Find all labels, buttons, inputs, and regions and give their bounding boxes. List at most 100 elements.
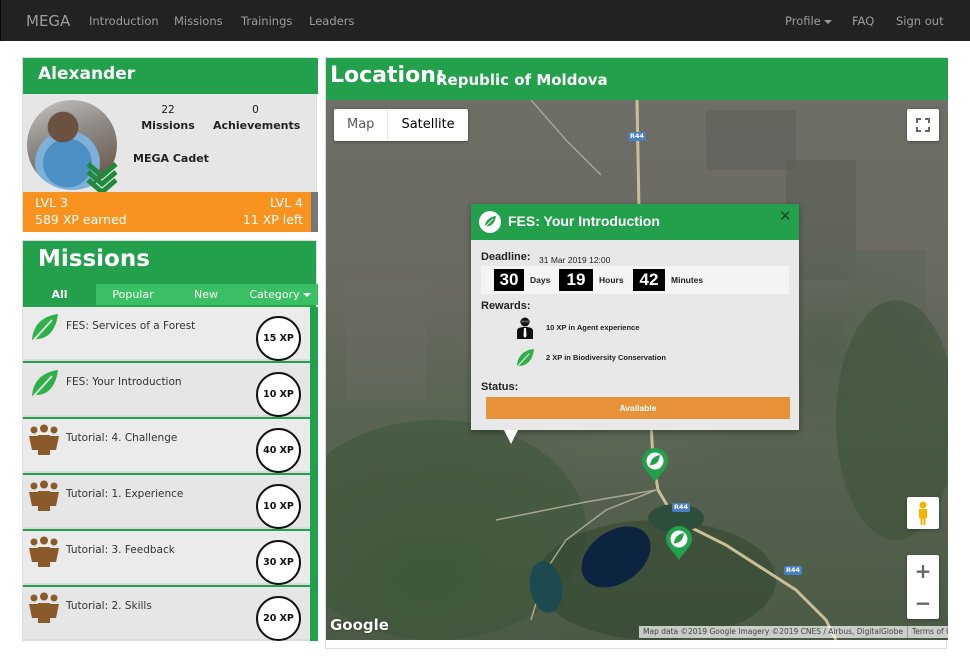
mission-name: FES: Services of a Forest [66,320,196,332]
group-icon [29,480,59,511]
status-available-button[interactable]: Available [486,397,790,419]
reward-text: 10 XP in Agent experience [546,323,640,332]
nav-introduction[interactable]: Introduction [89,14,159,28]
xp-badge: 20 XP [256,596,301,641]
reward-text: 2 XP in Biodiversity Conservation [546,353,666,362]
missions-stat: 22 Missions [138,104,198,132]
missions-title: Missions [38,246,150,272]
map-type-control: Map Satellite [334,109,468,141]
mission-item[interactable]: FES: Services of a Forest 15 XP [23,307,310,361]
mission-list: FES: Services of a Forest 15 XP FES: You… [23,307,310,641]
countdown-days-unit: Days [530,275,551,285]
missions-stat-label: Missions [141,119,195,132]
satellite-map[interactable]: R44 R44 R44 Map Satellite + − FES: Your … [326,100,948,640]
tab-popular[interactable]: Popular [96,284,170,305]
fullscreen-icon [916,118,930,132]
group-icon [29,592,59,623]
current-level: LVL 3 [35,195,69,210]
nav-leaders[interactable]: Leaders [309,14,354,28]
map-type-satellite[interactable]: Satellite [387,109,467,141]
street-view-button[interactable] [907,497,939,529]
location-panel: Location: Republic of Moldova R44 R44 R4 [325,57,948,649]
close-icon[interactable]: ✕ [779,207,792,225]
missions-panel: Missions All Popular New Category FES: S… [22,240,318,641]
next-level: LVL 4 [269,195,303,210]
mission-map-marker[interactable] [641,447,669,483]
mission-name: Tutorial: 2. Skills [66,600,152,612]
xp-scrollbar[interactable] [311,192,318,232]
xp-badge: 10 XP [256,484,301,529]
google-logo: Google [330,616,389,634]
leaf-icon [515,349,534,369]
zoom-in-button[interactable]: + [907,555,939,587]
mission-item[interactable]: FES: Your Introduction 10 XP [23,363,310,417]
leaf-icon [479,211,501,233]
nav-profile-label: Profile [785,14,821,28]
double-chevron-down-icon [86,162,118,194]
zoom-control: + − [907,555,939,619]
profile-name: Alexander [38,64,136,84]
route-badge: R44 [784,566,803,575]
attribution-text: Map data ©2019 Google Imagery ©2019 CNES… [643,627,903,636]
tab-category[interactable]: Category [242,284,318,305]
route-badge: R44 [672,503,691,512]
mission-tabs: All Popular New Category [23,284,318,305]
countdown-days: 30 [494,269,524,291]
achievements-count: 0 [252,104,259,116]
tab-category-label: Category [249,288,300,301]
mission-name: Tutorial: 3. Feedback [66,544,175,556]
agent-icon [517,317,533,339]
countdown-minutes: 42 [633,269,665,291]
mission-item[interactable]: Tutorial: 2. Skills 20 XP [23,587,310,641]
caret-down-icon [823,19,832,24]
zoom-out-button[interactable]: − [907,587,939,619]
group-icon [29,424,59,455]
deadline-label: Deadline: [481,251,531,263]
xp-badge: 30 XP [256,540,301,585]
leaf-icon [30,314,58,344]
mission-name: FES: Your Introduction [66,376,182,388]
fullscreen-button[interactable] [907,109,939,141]
info-window-header: FES: Your Introduction ✕ [471,204,799,240]
achievements-stat-label: Achievements [213,119,301,132]
achievements-stat: 0 Achievements [213,104,301,132]
brand-logo[interactable]: MEGA [26,12,70,30]
nav-sign-out[interactable]: Sign out [896,14,944,28]
info-window-pointer [504,430,518,444]
map-type-map[interactable]: Map [334,109,387,141]
mission-item[interactable]: Tutorial: 1. Experience 10 XP [23,475,310,529]
mission-name: Tutorial: 4. Challenge [66,432,178,444]
deadline-value: 31 Mar 2019 12:00 [539,255,611,265]
xp-badge: 10 XP [256,372,301,417]
caret-down-icon [302,293,311,297]
xp-left: 11 XP left [242,212,303,227]
map-attribution: Map data ©2019 Google Imagery ©2019 CNES… [639,626,948,638]
mission-item[interactable]: Tutorial: 3. Feedback 30 XP [23,531,310,585]
mission-map-marker[interactable] [665,525,693,561]
countdown-minutes-unit: Minutes [671,275,704,285]
nav-faq[interactable]: FAQ [852,14,874,28]
status-label: Status: [481,381,519,393]
nav-missions[interactable]: Missions [174,14,223,28]
xp-badge: 40 XP [256,428,301,473]
mission-info-window: FES: Your Introduction ✕ Deadline: 31 Ma… [471,204,799,430]
mission-list-scrollbar[interactable] [310,307,318,641]
rank-title: MEGA Cadet [133,152,209,165]
location-label: Location: [330,63,445,88]
tab-all[interactable]: All [23,284,96,305]
location-header: Location: Republic of Moldova [326,58,948,100]
nav-trainings[interactable]: Trainings [241,14,292,28]
location-value: Republic of Moldova [436,71,608,89]
countdown-hours: 19 [559,269,593,291]
nav-profile-dropdown[interactable]: Profile [785,14,832,28]
tab-new[interactable]: New [170,284,242,305]
countdown-timer: 30 Days 19 Hours 42 Minutes [481,266,789,294]
profile-header: Alexander [23,58,318,94]
countdown-hours-unit: Hours [599,275,624,285]
mission-item[interactable]: Tutorial: 4. Challenge 40 XP [23,419,310,473]
leaf-icon [30,370,58,400]
terms-of-use-link[interactable]: Terms of Use [906,626,948,638]
xp-progress-bar: LVL 3 589 XP earned LVL 4 11 XP left [23,192,311,232]
route-badge: R44 [628,132,647,141]
info-window-title: FES: Your Introduction [508,213,660,229]
